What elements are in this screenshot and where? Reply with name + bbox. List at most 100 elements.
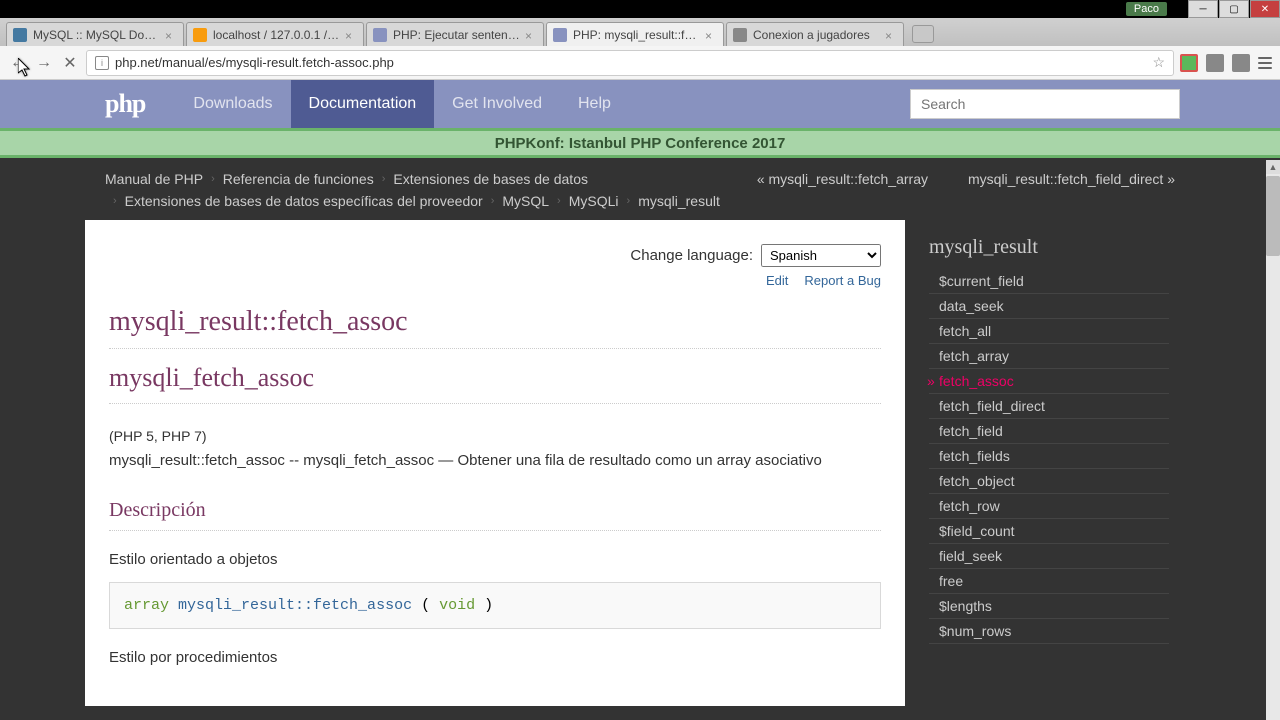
back-button[interactable]: ← [8, 53, 28, 73]
favicon-icon [553, 28, 567, 42]
browser-tabstrip: MySQL :: MySQL Downlo × localhost / 127.… [0, 18, 1280, 46]
method-signature: array mysqli_result::fetch_assoc ( void … [109, 582, 881, 629]
sidebar-item[interactable]: free [929, 569, 1169, 594]
browser-tab[interactable]: Conexion a jugadores × [726, 22, 904, 46]
language-select[interactable]: Spanish [761, 244, 881, 267]
tab-close-icon[interactable]: × [345, 29, 357, 41]
breadcrumb-item[interactable]: Extensiones de bases de datos [393, 168, 588, 190]
sidebar-item[interactable]: $num_rows [929, 619, 1169, 644]
site-header: php Downloads Documentation Get Involved… [0, 80, 1280, 128]
tab-title: localhost / 127.0.0.1 / eq [213, 28, 341, 42]
nav-downloads[interactable]: Downloads [175, 80, 290, 128]
address-bar[interactable]: i php.net/manual/es/mysqli-result.fetch-… [86, 50, 1174, 76]
sidebar-list: $current_field data_seek fetch_all fetch… [929, 269, 1169, 644]
extension-icon[interactable] [1206, 54, 1224, 72]
edit-link[interactable]: Edit [766, 273, 788, 288]
breadcrumb-item[interactable]: MySQLi [569, 190, 619, 212]
breadcrumb-item[interactable]: Extensiones de bases de datos específica… [125, 190, 483, 212]
tab-close-icon[interactable]: × [165, 29, 177, 41]
favicon-icon [373, 28, 387, 42]
tab-title: PHP: mysqli_result::fetch [573, 28, 701, 42]
new-tab-button[interactable] [912, 25, 934, 43]
browser-menu-icon[interactable] [1258, 57, 1272, 69]
forward-button[interactable]: → [34, 53, 54, 73]
php-logo[interactable]: php [105, 89, 145, 119]
breadcrumb-item[interactable]: mysqli_result [638, 190, 720, 212]
report-bug-link[interactable]: Report a Bug [804, 273, 881, 288]
window-titlebar: Paco ─ ▢ ✕ [0, 0, 1280, 18]
page-title: mysqli_result::fetch_assoc [109, 306, 881, 349]
browser-tab[interactable]: localhost / 127.0.0.1 / eq × [186, 22, 364, 46]
method-name: mysqli_result::fetch_assoc [178, 597, 412, 614]
section-description: Descripción [109, 499, 881, 531]
style-oop-label: Estilo orientado a objetos [109, 551, 881, 568]
extension-icons [1180, 54, 1272, 72]
browser-tab[interactable]: MySQL :: MySQL Downlo × [6, 22, 184, 46]
return-type: array [124, 597, 169, 614]
sidebar-item[interactable]: fetch_row [929, 494, 1169, 519]
sidebar-item[interactable]: data_seek [929, 294, 1169, 319]
sidebar: mysqli_result $current_field data_seek f… [929, 220, 1169, 706]
sidebar-item[interactable]: fetch_fields [929, 444, 1169, 469]
browser-toolbar: ← → ✕ i php.net/manual/es/mysqli-result.… [0, 46, 1280, 80]
prev-link[interactable]: « mysqli_result::fetch_array [757, 168, 928, 190]
paren: ) [475, 597, 493, 614]
announcement-banner: PHPKonf: Istanbul PHP Conference 2017 [0, 128, 1280, 158]
browser-tab[interactable]: PHP: Ejecutar sentencias × [366, 22, 544, 46]
paren: ( [421, 597, 439, 614]
maximize-button[interactable]: ▢ [1219, 0, 1249, 18]
favicon-icon [733, 28, 747, 42]
breadcrumb-item[interactable]: MySQL [502, 190, 549, 212]
sidebar-item[interactable]: $field_count [929, 519, 1169, 544]
function-summary: mysqli_result::fetch_assoc -- mysqli_fet… [109, 452, 881, 469]
page-title-procedural: mysqli_fetch_assoc [109, 363, 881, 404]
tab-close-icon[interactable]: × [705, 29, 717, 41]
scroll-up-icon[interactable]: ▲ [1266, 160, 1280, 174]
sidebar-item[interactable]: field_seek [929, 544, 1169, 569]
sidebar-item[interactable]: fetch_field [929, 419, 1169, 444]
favicon-icon [193, 28, 207, 42]
browser-tab-active[interactable]: PHP: mysqli_result::fetch × [546, 22, 724, 46]
nav-documentation[interactable]: Documentation [291, 80, 435, 128]
search-input[interactable] [910, 89, 1180, 119]
extension-icon[interactable] [1180, 54, 1198, 72]
sidebar-title: mysqli_result [929, 236, 1169, 259]
main-nav: Downloads Documentation Get Involved Hel… [175, 80, 629, 128]
user-badge: Paco [1126, 2, 1167, 16]
sidebar-item[interactable]: $current_field [929, 269, 1169, 294]
extension-icon[interactable] [1232, 54, 1250, 72]
main-content: Change language: Spanish Edit Report a B… [85, 220, 905, 706]
breadcrumb-item[interactable]: Manual de PHP [105, 168, 203, 190]
sidebar-item-current[interactable]: fetch_assoc [929, 369, 1169, 394]
scroll-thumb[interactable] [1266, 176, 1280, 256]
sidebar-item[interactable]: $lengths [929, 594, 1169, 619]
nav-help[interactable]: Help [560, 80, 629, 128]
nav-get-involved[interactable]: Get Involved [434, 80, 560, 128]
version-info: (PHP 5, PHP 7) [109, 428, 881, 444]
breadcrumb: Manual de PHP› Referencia de funciones› … [0, 158, 1280, 220]
tab-close-icon[interactable]: × [525, 29, 537, 41]
tab-title: MySQL :: MySQL Downlo [33, 28, 161, 42]
tab-close-icon[interactable]: × [885, 29, 897, 41]
announcement-link[interactable]: PHPKonf: Istanbul PHP Conference 2017 [495, 135, 786, 152]
favicon-icon [13, 28, 27, 42]
tab-title: PHP: Ejecutar sentencias [393, 28, 521, 42]
sidebar-item[interactable]: fetch_field_direct [929, 394, 1169, 419]
minimize-button[interactable]: ─ [1188, 0, 1218, 18]
tab-title: Conexion a jugadores [753, 28, 881, 42]
stop-button[interactable]: ✕ [60, 53, 80, 73]
sidebar-item[interactable]: fetch_all [929, 319, 1169, 344]
page-content: php Downloads Documentation Get Involved… [0, 80, 1280, 720]
url-text: php.net/manual/es/mysqli-result.fetch-as… [115, 55, 1146, 70]
sidebar-item[interactable]: fetch_object [929, 469, 1169, 494]
style-proc-label: Estilo por procedimientos [109, 649, 881, 666]
site-info-icon[interactable]: i [95, 56, 109, 70]
bookmark-star-icon[interactable]: ☆ [1152, 54, 1165, 71]
scrollbar[interactable]: ▲ [1266, 160, 1280, 720]
site-search [910, 89, 1180, 119]
sidebar-item[interactable]: fetch_array [929, 344, 1169, 369]
close-button[interactable]: ✕ [1250, 0, 1280, 18]
breadcrumb-item[interactable]: Referencia de funciones [223, 168, 374, 190]
change-language-label: Change language: [630, 247, 753, 264]
next-link[interactable]: mysqli_result::fetch_field_direct » [968, 168, 1175, 190]
